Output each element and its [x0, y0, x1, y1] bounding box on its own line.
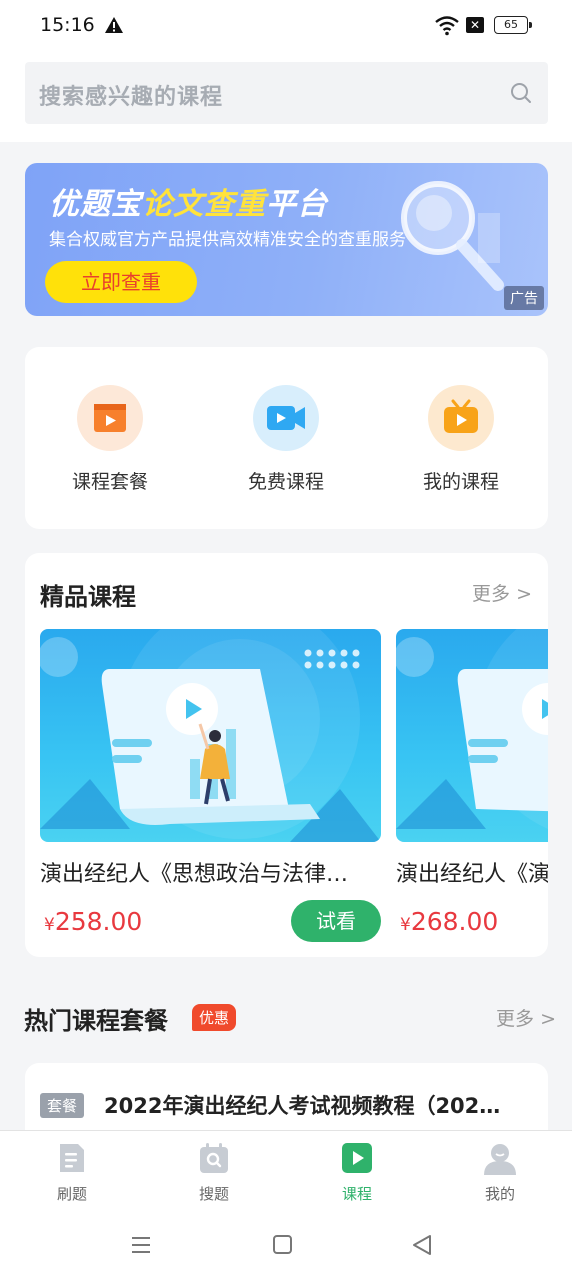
currency-symbol: ¥ [400, 915, 411, 935]
currency-symbol: ¥ [44, 915, 55, 935]
tab-profile[interactable]: 我的 [460, 1141, 540, 1204]
bottom-tab-bar: 刷题 搜题 课程 我的 [0, 1130, 572, 1216]
ad-label: 广告 [504, 286, 544, 310]
check-now-button[interactable]: 立即查重 [45, 261, 197, 303]
no-sim-icon: ✕ [466, 17, 484, 33]
video-card-icon [77, 385, 143, 451]
search-input[interactable]: 搜索感兴趣的课程 [25, 62, 548, 124]
back-icon[interactable] [412, 1234, 432, 1256]
discount-badge: 优惠 [192, 1004, 237, 1031]
course-title: 演出经纪人《思想政治与法律… [40, 862, 349, 887]
quick-item-my-course[interactable]: 我的课程 [391, 385, 531, 494]
wifi-icon [435, 16, 459, 36]
quick-label: 免费课程 [247, 471, 324, 493]
course-card[interactable]: 演出经纪人《演出市场政策与经纪实务》 ¥268.00 [396, 629, 548, 936]
user-icon [483, 1141, 517, 1175]
price-value: 268.00 [410, 907, 499, 936]
battery-icon: 65 [494, 16, 532, 34]
banner-title-part1: 优题宝 [49, 187, 142, 222]
section-title: 精品课程 [40, 583, 136, 611]
play-icon [340, 1141, 374, 1175]
quick-label: 课程套餐 [71, 471, 148, 493]
ad-banner[interactable]: 优题宝论文查重平台 集合权威官方产品提供高效精准安全的查重服务 立即查重 广告 [25, 163, 548, 316]
course-title: 演出经纪人《演出市场政策与经纪实务》 [396, 862, 548, 887]
quick-item-course-package[interactable]: 课程套餐 [40, 385, 180, 494]
home-icon[interactable] [273, 1235, 292, 1254]
status-bar: 15:16 ✕ 65 [0, 0, 572, 52]
banner-title-highlight: 论文查重 [142, 187, 266, 222]
course-price: ¥258.00 [44, 907, 142, 936]
tab-label: 搜题 [198, 1185, 229, 1203]
try-watch-button[interactable]: 试看 [291, 900, 381, 942]
magnifier-illustration [401, 181, 504, 291]
tab-search-question[interactable]: 搜题 [174, 1141, 254, 1204]
tab-label: 课程 [341, 1185, 372, 1203]
quick-item-free-course[interactable]: 免费课程 [216, 385, 356, 494]
premium-section: 精品课程 更多 > 演出经纪人《思想政治与法律… ¥258.00 试看 演出经纪… [25, 553, 548, 957]
tab-courses[interactable]: 课程 [317, 1141, 397, 1204]
more-link[interactable]: 更多 > [472, 579, 532, 606]
tv-icon [428, 385, 494, 451]
status-time: 15:16 [40, 14, 95, 36]
document-icon [55, 1141, 89, 1175]
banner-title-part2: 平台 [266, 187, 328, 222]
quick-label: 我的课程 [422, 471, 499, 493]
system-nav-bar [0, 1216, 572, 1280]
banner-title: 优题宝论文查重平台 [49, 179, 328, 223]
course-price: ¥268.00 [400, 907, 498, 936]
course-thumbnail [40, 629, 381, 842]
menu-icon[interactable] [131, 1235, 151, 1255]
tab-practice[interactable]: 刷题 [32, 1141, 112, 1204]
package-title: 2022年演出经纪人考试视频教程（202… [104, 1094, 501, 1118]
search-placeholder: 搜索感兴趣的课程 [39, 85, 224, 110]
course-card[interactable]: 演出经纪人《思想政治与法律… ¥258.00 试看 [40, 629, 381, 942]
search-calendar-icon [197, 1141, 231, 1175]
tab-label: 我的 [484, 1185, 515, 1203]
package-tag: 套餐 [40, 1093, 85, 1118]
quick-menu: 课程套餐 免费课程 我的课程 [25, 347, 548, 529]
hot-more-link[interactable]: 更多 > [496, 1004, 556, 1031]
search-icon[interactable] [510, 82, 532, 104]
camera-icon [253, 385, 319, 451]
banner-subtitle: 集合权威官方产品提供高效精准安全的查重服务 [49, 230, 406, 250]
course-thumbnail [396, 629, 548, 842]
warning-icon [105, 17, 123, 33]
search-area: 搜索感兴趣的课程 [0, 52, 572, 142]
price-value: 258.00 [54, 907, 143, 936]
hot-section-title: 热门课程套餐 [24, 1007, 168, 1035]
tab-label: 刷题 [56, 1185, 87, 1203]
